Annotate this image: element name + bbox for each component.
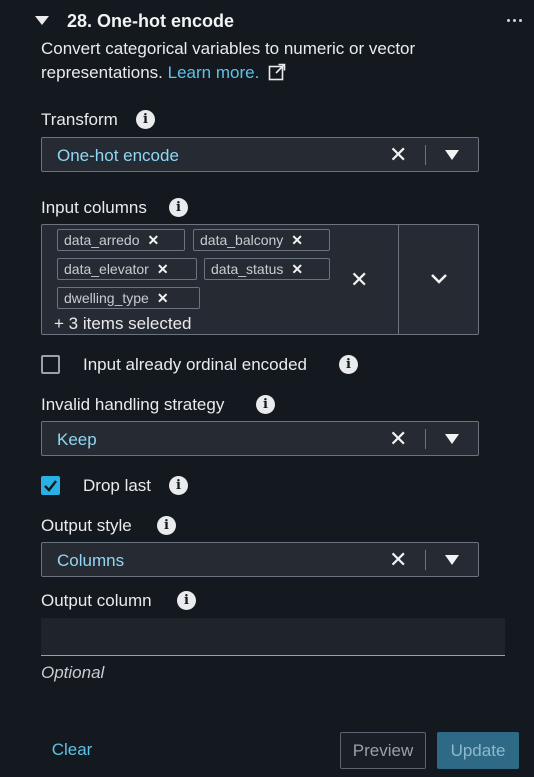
drop-last-info-icon[interactable]: i	[169, 476, 188, 495]
invalid-handling-dropdown-icon[interactable]	[445, 434, 459, 444]
token-label: data_elevator	[64, 261, 149, 277]
more-options-icon[interactable]	[507, 19, 522, 22]
output-style-select[interactable]: Columns ✕	[41, 542, 479, 577]
transform-select[interactable]: One-hot encode ✕	[41, 137, 479, 172]
drop-last-checkbox[interactable]	[41, 476, 60, 495]
more-items-text: + 3 items selected	[54, 314, 192, 333]
invalid-handling-label: Invalid handling strategy	[41, 395, 225, 414]
drop-last-label: Drop last	[83, 476, 152, 495]
token-remove-icon[interactable]: ✕	[157, 288, 169, 308]
output-style-dropdown-icon[interactable]	[445, 555, 459, 565]
invalid-handling-select-value: Keep	[57, 430, 97, 449]
ordinal-encoded-info-icon[interactable]: i	[339, 355, 358, 374]
token-label: data_status	[211, 261, 284, 277]
token-dwelling-type: dwelling_type ✕	[57, 287, 200, 309]
step-description: Convert categorical variables to numeric…	[41, 37, 481, 85]
transform-clear-icon[interactable]: ✕	[389, 144, 407, 166]
invalid-handling-clear-icon[interactable]: ✕	[389, 428, 407, 450]
transform-dropdown-icon[interactable]	[445, 150, 459, 160]
output-style-label: Output style	[41, 516, 132, 535]
learn-more-link[interactable]: Learn more.	[168, 63, 260, 82]
select-divider	[425, 429, 426, 449]
ordinal-encoded-label: Input already ordinal encoded	[83, 355, 307, 374]
output-column-input[interactable]	[41, 618, 505, 656]
token-label: data_balcony	[200, 232, 284, 248]
transform-info-icon[interactable]: i	[136, 110, 155, 129]
external-link-icon[interactable]	[268, 63, 286, 81]
collapse-caret-icon[interactable]	[35, 16, 49, 25]
input-columns-clear-icon[interactable]: ✕	[350, 269, 368, 291]
token-label: dwelling_type	[64, 290, 149, 306]
select-divider	[425, 550, 426, 570]
select-divider	[425, 145, 426, 165]
token-remove-icon[interactable]: ✕	[291, 230, 303, 250]
ordinal-encoded-checkbox[interactable]	[41, 355, 60, 374]
output-column-label: Output column	[41, 591, 152, 610]
token-data-balcony: data_balcony ✕	[193, 229, 330, 251]
chevron-down-icon[interactable]	[430, 273, 448, 285]
output-style-select-value: Columns	[57, 551, 125, 570]
input-columns-label: Input columns	[41, 198, 147, 217]
transform-select-value: One-hot encode	[57, 146, 179, 165]
multiselect-divider	[398, 225, 399, 334]
token-data-arredo: data_arredo ✕	[57, 229, 185, 251]
token-remove-icon[interactable]: ✕	[291, 259, 303, 279]
invalid-handling-info-icon[interactable]: i	[256, 395, 275, 414]
step-title: 28. One-hot encode	[67, 11, 235, 31]
token-label: data_arredo	[64, 232, 140, 248]
output-column-hint: Optional	[41, 663, 105, 682]
preview-button[interactable]: Preview	[340, 732, 426, 769]
token-data-status: data_status ✕	[204, 258, 330, 280]
check-icon	[44, 480, 57, 492]
token-data-elevator: data_elevator ✕	[57, 258, 197, 280]
token-remove-icon[interactable]: ✕	[148, 230, 160, 250]
output-column-info-icon[interactable]: i	[177, 591, 196, 610]
input-columns-multiselect[interactable]: data_arredo ✕ data_balcony ✕ data_elevat…	[41, 224, 479, 335]
token-remove-icon[interactable]: ✕	[157, 259, 169, 279]
clear-button[interactable]: Clear	[40, 732, 104, 768]
transform-label: Transform	[41, 110, 118, 129]
output-style-clear-icon[interactable]: ✕	[389, 549, 407, 571]
invalid-handling-select[interactable]: Keep ✕	[41, 421, 479, 456]
input-columns-info-icon[interactable]: i	[169, 198, 188, 217]
update-button[interactable]: Update	[437, 732, 519, 769]
output-style-info-icon[interactable]: i	[157, 516, 176, 535]
